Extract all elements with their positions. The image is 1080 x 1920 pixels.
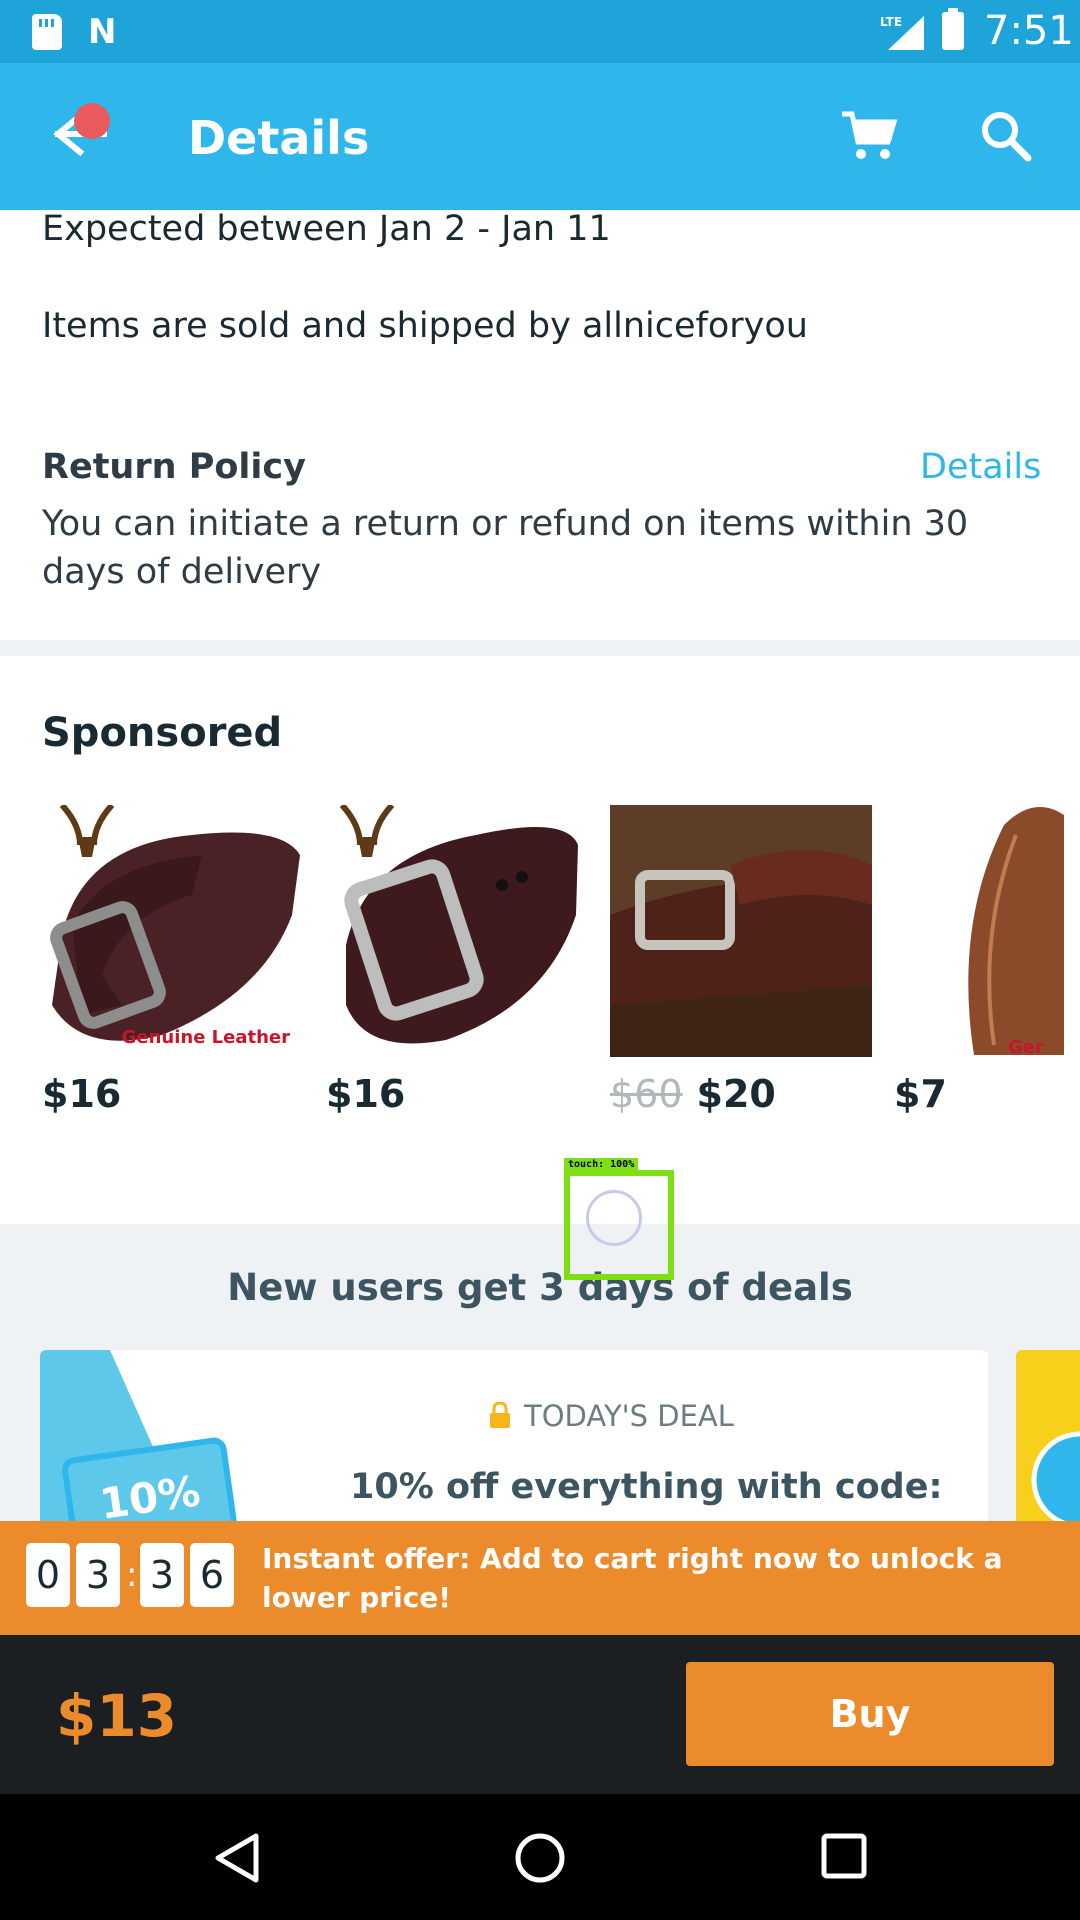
- sponsored-item[interactable]: Ger $7: [894, 805, 1080, 1135]
- deal-headline: 10% off everything with code:: [350, 1467, 943, 1507]
- belt-image: [42, 805, 304, 1057]
- sponsored-item[interactable]: Genuine Leather $16: [42, 805, 304, 1135]
- seller-info: Items are sold and shipped by allnicefor…: [42, 306, 808, 346]
- return-policy-text: You can initiate a return or refund on i…: [42, 504, 969, 592]
- buy-price: $13: [56, 1682, 178, 1750]
- section-divider: [0, 640, 1080, 656]
- countdown-digit: 0: [26, 1543, 70, 1607]
- nav-recents-icon[interactable]: [820, 1832, 868, 1880]
- item-price: $7: [894, 1072, 947, 1116]
- countdown-digit: 3: [140, 1543, 184, 1607]
- coupon-ticket-icon: 10%: [40, 1350, 238, 1530]
- return-policy-title: Return Policy: [42, 447, 306, 487]
- n-notification-icon: N: [88, 12, 117, 52]
- buy-button[interactable]: Buy: [686, 1662, 1054, 1766]
- belt-image: [894, 805, 1080, 1057]
- status-bar: N LTE 7:51: [0, 0, 1080, 63]
- lock-icon: [490, 1402, 510, 1428]
- lte-signal-icon: LTE: [880, 15, 924, 50]
- notification-dot: [74, 103, 110, 139]
- next-deal-card[interactable]: [1016, 1350, 1080, 1530]
- item-price: $16: [42, 1072, 122, 1116]
- page-title: Details: [188, 111, 370, 165]
- status-time: 7:51: [984, 8, 1074, 54]
- countdown-digit: 3: [76, 1543, 120, 1607]
- touch-indicator-circle: [586, 1190, 642, 1246]
- countdown-separator: :: [126, 1555, 138, 1595]
- sponsored-item[interactable]: $16: [326, 805, 588, 1135]
- item-original-price: $60: [610, 1072, 683, 1116]
- instant-offer-text: Instant offer: Add to cart right now to …: [262, 1542, 1003, 1614]
- app-bar: [0, 63, 1080, 210]
- todays-deal-label: TODAY'S DEAL: [524, 1399, 734, 1433]
- expected-delivery: Expected between Jan 2 - Jan 11: [42, 209, 611, 249]
- return-policy-details-link[interactable]: Details: [920, 443, 1041, 491]
- belt-image: [610, 805, 872, 1057]
- system-nav-bar: [0, 1794, 1080, 1920]
- belt-image: [326, 805, 588, 1057]
- genuine-leather-label: Ger: [1008, 1037, 1044, 1058]
- sd-card-icon: [32, 14, 62, 50]
- cart-icon[interactable]: [838, 108, 898, 164]
- search-icon[interactable]: [978, 108, 1034, 164]
- battery-icon: [942, 8, 964, 50]
- nav-back-icon[interactable]: [212, 1832, 262, 1884]
- sponsored-item[interactable]: $60 $20: [610, 805, 872, 1135]
- sponsored-title: Sponsored: [42, 710, 283, 756]
- countdown-digit: 6: [190, 1543, 234, 1607]
- deals-title: New users get 3 days of deals: [227, 1266, 853, 1309]
- genuine-leather-label: Genuine Leather: [121, 1027, 290, 1048]
- item-price: $16: [326, 1072, 406, 1116]
- svg-text:LTE: LTE: [880, 15, 902, 29]
- nav-home-icon[interactable]: [514, 1832, 566, 1884]
- item-price: $20: [696, 1072, 776, 1116]
